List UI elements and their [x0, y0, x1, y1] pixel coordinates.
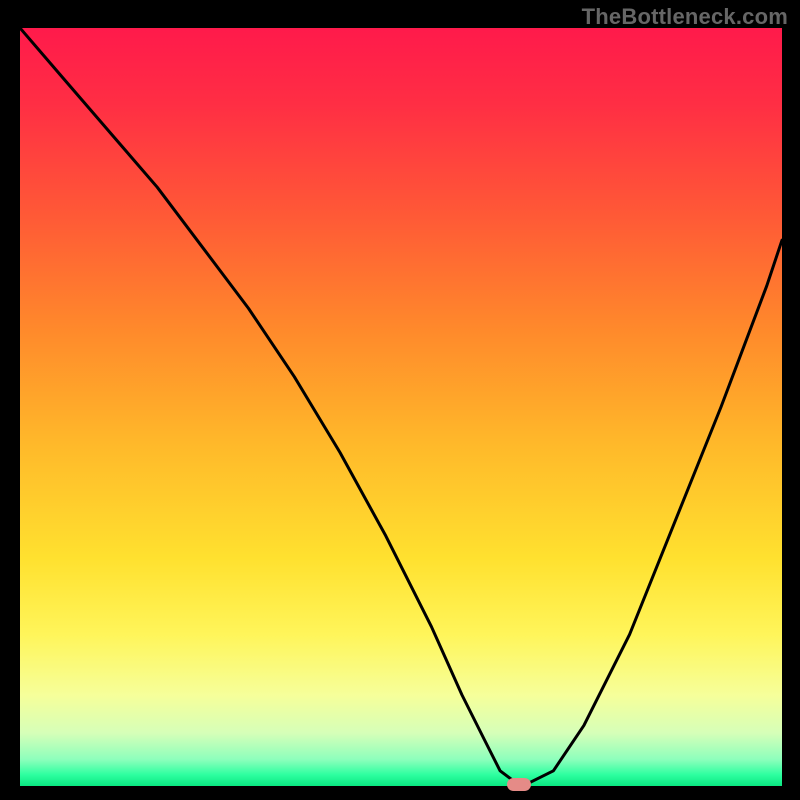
- gradient-rect: [20, 28, 782, 786]
- chart-frame: TheBottleneck.com: [0, 0, 800, 800]
- watermark-text: TheBottleneck.com: [582, 4, 788, 30]
- chart-svg: [20, 28, 782, 786]
- optimal-point-marker: [507, 778, 531, 791]
- plot-area: [20, 28, 782, 786]
